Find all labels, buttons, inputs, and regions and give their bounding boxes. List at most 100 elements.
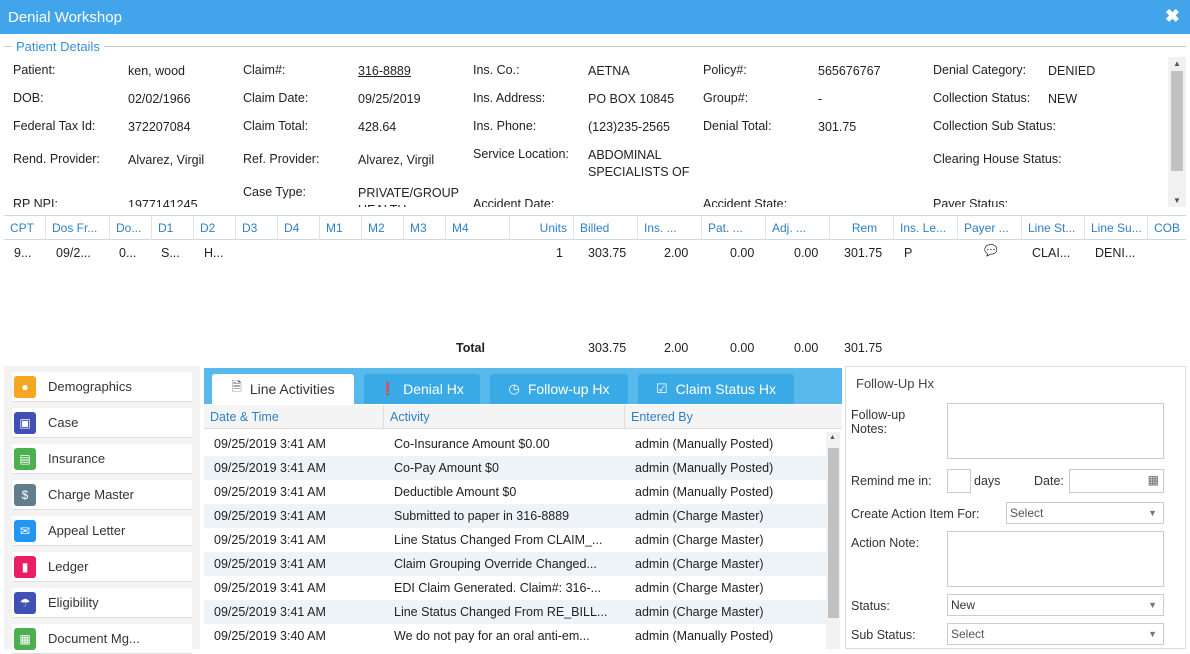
envelope-icon: ✉ [14,519,36,542]
col-d3[interactable]: D3 [236,216,278,240]
col-entered-by[interactable]: Entered By [625,405,842,429]
cell-line-status: CLAI... [1032,246,1071,260]
cell-date: 09/25/2019 3:41 AM [214,581,326,595]
remind-days-input[interactable] [947,469,971,493]
claim-total-label: Claim Total: [243,119,309,133]
case-type-label: Case Type: [243,185,307,199]
sub-status-select[interactable]: Select ▼ [947,623,1164,645]
col-d4[interactable]: D4 [278,216,320,240]
followup-notes-textarea[interactable] [947,403,1164,459]
cell-entered-by: admin (Charge Master) [635,533,764,547]
col-dos-from[interactable]: Dos Fr... [46,216,110,240]
table-row[interactable]: 09/25/2019 3:41 AM Co-Insurance Amount $… [204,432,826,456]
rend-provider-label: Rend. Provider: [13,152,100,166]
comment-icon[interactable]: 💬 [984,244,998,257]
col-adj[interactable]: Adj. ... [766,216,830,240]
cell-date: 09/25/2019 3:40 AM [214,629,326,643]
table-row[interactable]: 09/25/2019 3:41 AM Line Status Changed F… [204,528,826,552]
cell-date: 09/25/2019 3:41 AM [214,533,326,547]
sidebar-item-label: Appeal Letter [48,523,126,538]
sidebar-item-demographics[interactable]: ● Demographics [12,372,192,402]
col-m4[interactable]: M4 [446,216,510,240]
table-row[interactable]: 09/25/2019 3:41 AM Submitted to paper in… [204,504,826,528]
scroll-thumb[interactable] [828,448,839,618]
sub-status-label: Sub Status: [851,628,916,642]
tab-line-activities[interactable]: 🗎 Line Activities [212,374,354,404]
umbrella-icon: ☂ [14,591,36,614]
status-value: New [951,598,976,612]
col-date-time[interactable]: Date & Time [204,405,384,429]
sidebar-item-appeal-letter[interactable]: ✉ Appeal Letter [12,516,192,546]
activity-scrollbar[interactable]: ▲ [826,432,840,649]
calendar-icon[interactable]: ▦ [1148,473,1159,487]
line-grid-body: 9... 09/2... 0... S... H... 1 303.75 2.0… [4,240,1186,360]
patient-details-panel: Patient Details Patient: ken, wood DOB: … [4,39,1186,207]
date-input[interactable]: ▦ [1069,469,1164,493]
col-m2[interactable]: M2 [362,216,404,240]
tab-denial-hx[interactable]: ❗ Denial Hx [364,374,480,404]
document-icon: 🗎 [231,379,242,394]
tab-label: Line Activities [249,381,335,397]
claim-date-value: 09/25/2019 [358,92,421,106]
table-row[interactable]: 09/25/2019 3:41 AM Deductible Amount $0 … [204,480,826,504]
col-dos-to[interactable]: Do... [110,216,152,240]
patient-details-scrollbar[interactable]: ▲ ▼ [1168,57,1186,207]
col-cob[interactable]: COB [1148,216,1186,240]
sidebar-item-label: Ledger [48,559,89,574]
table-row[interactable]: 09/25/2019 3:41 AM Co-Pay Amount $0 admi… [204,456,826,480]
col-line-status[interactable]: Line St... [1022,216,1085,240]
col-units[interactable]: Units [510,216,574,240]
col-cpt[interactable]: CPT [4,216,46,240]
activity-table-body: 09/25/2019 3:41 AM Co-Insurance Amount $… [204,432,826,649]
table-row[interactable]: 09/25/2019 3:41 AM Line Status Changed F… [204,600,826,624]
total-rem: 301.75 [844,341,883,355]
sidebar-item-case[interactable]: ▣ Case [12,408,192,438]
sidebar-item-insurance[interactable]: ▤ Insurance [12,444,192,474]
col-pat[interactable]: Pat. ... [702,216,766,240]
claim-no-link[interactable]: 316-8889 [358,63,411,80]
col-line-sub[interactable]: Line Su... [1085,216,1148,240]
cell-entered-by: admin (Manually Posted) [635,629,774,643]
close-icon[interactable]: ✖ [1165,6,1180,27]
rp-npi-value: 1977141245 [128,198,198,207]
cell-date: 09/25/2019 3:41 AM [214,605,326,619]
col-m1[interactable]: M1 [320,216,362,240]
sidebar-item-document-mgmt[interactable]: ▦ Document Mg... [12,624,192,654]
claim-no-label: Claim#: [243,63,286,77]
col-ins-level[interactable]: Ins. Le... [894,216,958,240]
table-row[interactable]: 09/25/2019 3:40 AM We do not pay for an … [204,624,826,648]
status-select[interactable]: New ▼ [947,594,1164,616]
col-rem[interactable]: Rem [830,216,894,240]
col-m3[interactable]: M3 [404,216,446,240]
action-for-select[interactable]: Select ▼ [1006,502,1164,524]
policy-label: Policy#: [703,63,747,77]
tab-claim-status-hx[interactable]: ☑ Claim Status Hx [638,374,794,404]
cell-activity: EDI Claim Generated. Claim#: 316-... [394,581,602,595]
scroll-down-icon[interactable]: ▼ [1168,196,1186,205]
scroll-up-icon[interactable]: ▲ [1168,59,1186,68]
sidebar-item-ledger[interactable]: ▮ Ledger [12,552,192,582]
table-row[interactable]: 09/25/2019 3:41 AM Claim Grouping Overri… [204,552,826,576]
cell-date: 09/25/2019 3:41 AM [214,485,326,499]
table-row[interactable]: 09/25/2019 3:41 AM EDI Claim Generated. … [204,576,826,600]
ref-provider-value: Alvarez, Virgil [358,153,435,167]
scroll-up-icon[interactable]: ▲ [829,434,836,441]
col-ins[interactable]: Ins. ... [638,216,702,240]
col-billed[interactable]: Billed [574,216,638,240]
action-for-value: Select [1010,506,1044,520]
col-d1[interactable]: D1 [152,216,194,240]
sidebar-item-charge-master[interactable]: $ Charge Master [12,480,192,510]
tab-followup-hx[interactable]: ◷ Follow-up Hx [490,374,628,404]
action-note-textarea[interactable] [947,531,1164,587]
scroll-thumb[interactable] [1171,71,1183,171]
col-payer[interactable]: Payer ... [958,216,1022,240]
col-d2[interactable]: D2 [194,216,236,240]
patient-value: ken, wood [128,64,185,78]
cell-dos-from: 09/2... [56,246,91,260]
clock-icon: ◷ [508,381,520,396]
ins-co-value: AETNA [588,64,630,78]
col-activity[interactable]: Activity [384,405,625,429]
tax-id-label: Federal Tax Id: [13,119,96,133]
total-ins: 2.00 [664,341,689,355]
sidebar-item-eligibility[interactable]: ☂ Eligibility [12,588,192,618]
